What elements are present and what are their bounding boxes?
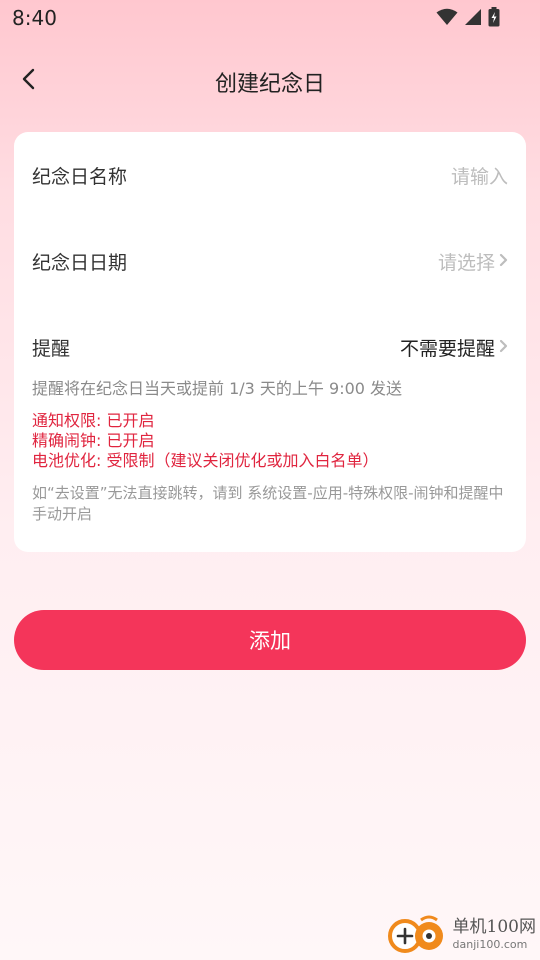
form-card: 纪念日名称 请输入 纪念日日期 请选择 提醒 不需要提醒 提醒将在纪念日当天或提… [14,132,526,552]
anniversary-name-row[interactable]: 纪念日名称 请输入 [32,155,508,195]
reminder-label: 提醒 [32,337,71,360]
app-bar: 创建纪念日 [0,56,540,106]
watermark-url: danji100.com [452,938,528,951]
wifi-icon [436,8,458,26]
chevron-right-icon [499,250,508,272]
chevron-right-icon [499,336,508,358]
reminder-picker[interactable]: 不需要提醒 [400,334,508,361]
date-placeholder: 请选择 [437,251,495,274]
cellular-icon [464,8,482,26]
anniversary-name-label: 纪念日名称 [32,165,128,188]
watermark: 单机100网 danji100.com [385,914,536,958]
anniversary-date-picker[interactable]: 请选择 [438,248,508,275]
status-icons [436,7,500,27]
settings-help-text: 如“去设置”无法直接跳转，请到 系统设置-应用-特殊权限-闹钟和提醒中手动开启 [32,484,504,523]
anniversary-name-input[interactable]: 请输入 [451,162,508,189]
watermark-name: 单机100网 [452,917,536,937]
page-title: 创建纪念日 [214,72,325,97]
reminder-row[interactable]: 提醒 不需要提醒 [32,327,508,367]
reminder-note: 提醒将在纪念日当天或提前 1/3 天的上午 9:00 发送 [32,379,403,398]
danji100-logo-icon [385,914,449,958]
notification-permission-status: 通知权限: 已开启 [32,411,155,430]
battery-optimization-status: 电池优化: 受限制（建议关闭优化或加入白名单） [32,451,379,470]
anniversary-date-label: 纪念日日期 [32,251,128,274]
add-button[interactable]: 添加 [14,610,526,670]
exact-alarm-permission-status: 精确闹钟: 已开启 [32,431,155,450]
status-time: 8:40 [12,6,57,30]
reminder-value: 不需要提醒 [399,337,495,360]
status-bar: 8:40 [0,0,540,36]
anniversary-date-row[interactable]: 纪念日日期 请选择 [32,241,508,281]
battery-icon [488,7,500,27]
